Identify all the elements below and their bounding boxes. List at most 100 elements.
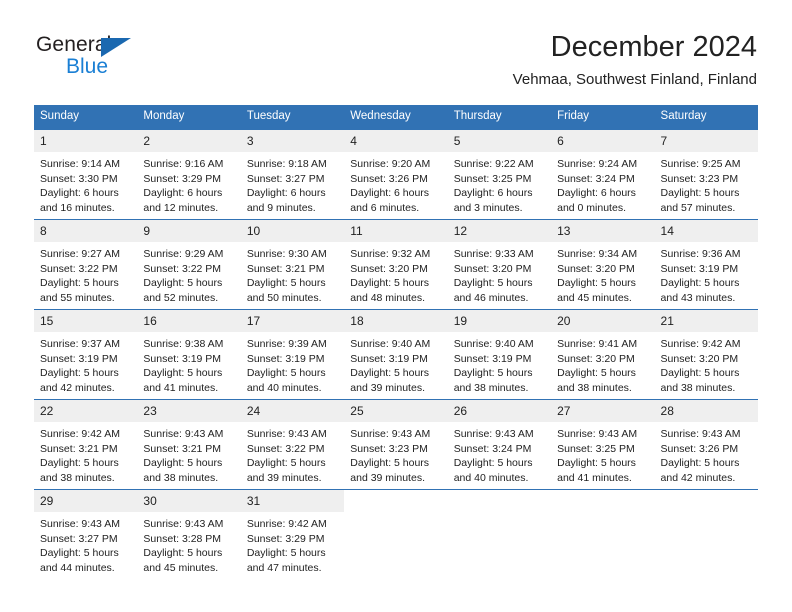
brand-logo[interactable]: General Blue: [36, 33, 166, 81]
day-number: 28: [654, 400, 758, 422]
day-cell-inner: 20 Sunrise: 9:41 AM Sunset: 3:20 PM Dayligh…: [551, 310, 655, 399]
sunset-text: Sunset: 3:20 PM: [557, 352, 635, 365]
calendar-day-cell[interactable]: 3 Sunrise: 9:18 AM Sunset: 3:27 PM Daylight…: [240, 129, 345, 220]
calendar-day-cell[interactable]: 4 Sunrise: 9:20 AM Sunset: 3:26 PM Daylight…: [344, 129, 448, 220]
daylight-text: Daylight: 5 hours and 38 minutes.: [40, 457, 119, 484]
day-details: Sunrise: 9:25 AM Sunset: 3:23 PM Daylight:…: [655, 152, 758, 215]
calendar-day-cell[interactable]: 7 Sunrise: 9:25 AM Sunset: 3:23 PM Daylight…: [654, 129, 758, 220]
sunset-text: Sunset: 3:19 PM: [350, 352, 428, 365]
calendar-day-cell[interactable]: 8 Sunrise: 9:27 AM Sunset: 3:22 PM Daylight…: [34, 219, 138, 310]
calendar-day-cell[interactable]: 21 Sunrise: 9:42 AM Sunset: 3:20 PM Dayligh…: [654, 309, 758, 400]
calendar-day-cell[interactable]: 26 Sunrise: 9:43 AM Sunset: 3:24 PM Dayligh…: [447, 399, 552, 490]
weekday-header-wednesday: Wednesday: [344, 105, 448, 130]
sunset-text: Sunset: 3:22 PM: [143, 262, 222, 275]
sunrise-text: Sunrise: 9:34 AM: [557, 248, 638, 260]
calendar-day-cell[interactable]: 28 Sunrise: 9:43 AM Sunset: 3:26 PM Dayligh…: [654, 399, 758, 490]
day-number: 2: [137, 130, 241, 152]
day-details: Sunrise: 9:29 AM Sunset: 3:22 PM Daylight:…: [137, 242, 240, 305]
day-number: 25: [344, 400, 448, 422]
day-number: 19: [447, 310, 552, 332]
daylight-text: Daylight: 5 hours and 41 minutes.: [143, 367, 223, 394]
calendar-day-cell[interactable]: 2 Sunrise: 9:16 AM Sunset: 3:29 PM Daylight…: [137, 129, 241, 220]
day-cell-inner: 24 Sunrise: 9:43 AM Sunset: 3:22 PM Dayligh…: [240, 400, 345, 489]
day-details: Sunrise: 9:40 AM Sunset: 3:19 PM Daylight:…: [448, 332, 551, 395]
sunset-text: Sunset: 3:24 PM: [453, 442, 532, 455]
calendar-day-cell[interactable]: 22 Sunrise: 9:42 AM Sunset: 3:21 PM Dayligh…: [34, 399, 138, 490]
calendar-day-cell[interactable]: 12 Sunrise: 9:33 AM Sunset: 3:20 PM Dayligh…: [447, 219, 552, 310]
calendar-day-cell[interactable]: 5 Sunrise: 9:22 AM Sunset: 3:25 PM Daylight…: [447, 129, 552, 220]
calendar-day-cell[interactable]: 18 Sunrise: 9:40 AM Sunset: 3:19 PM Dayligh…: [344, 309, 448, 400]
calendar-day-cell[interactable]: 27 Sunrise: 9:43 AM Sunset: 3:25 PM Dayligh…: [551, 399, 655, 490]
day-number: [551, 490, 654, 512]
daylight-text: Daylight: 5 hours and 38 minutes.: [143, 457, 223, 484]
day-details: Sunrise: 9:34 AM Sunset: 3:20 PM Daylight:…: [551, 242, 654, 305]
calendar-day-cell[interactable]: 29 Sunrise: 9:43 AM Sunset: 3:27 PM Dayligh…: [34, 489, 138, 576]
day-details: Sunrise: 9:43 AM Sunset: 3:28 PM Daylight:…: [137, 512, 240, 575]
day-details: [655, 512, 758, 517]
calendar-day-cell[interactable]: 17 Sunrise: 9:39 AM Sunset: 3:19 PM Dayligh…: [240, 309, 345, 400]
day-cell-inner: 16 Sunrise: 9:38 AM Sunset: 3:19 PM Dayligh…: [137, 310, 241, 399]
sunrise-text: Sunrise: 9:43 AM: [660, 428, 741, 440]
day-details: Sunrise: 9:43 AM Sunset: 3:26 PM Daylight:…: [655, 422, 758, 485]
calendar-day-cell[interactable]: 20 Sunrise: 9:41 AM Sunset: 3:20 PM Dayligh…: [551, 309, 655, 400]
daylight-text: Daylight: 5 hours and 38 minutes.: [453, 367, 533, 394]
calendar-day-cell[interactable]: 30 Sunrise: 9:43 AM Sunset: 3:28 PM Dayligh…: [137, 489, 241, 576]
calendar-day-cell[interactable]: 25 Sunrise: 9:43 AM Sunset: 3:23 PM Dayligh…: [344, 399, 448, 490]
page-title: December 2024: [550, 31, 757, 63]
sunrise-text: Sunrise: 9:24 AM: [557, 158, 638, 170]
calendar-day-cell[interactable]: 19 Sunrise: 9:40 AM Sunset: 3:19 PM Dayligh…: [447, 309, 552, 400]
day-details: Sunrise: 9:14 AM Sunset: 3:30 PM Daylight:…: [34, 152, 137, 215]
calendar-day-cell[interactable]: 1 Sunrise: 9:14 AM Sunset: 3:30 PM Daylight…: [34, 129, 138, 220]
day-details: Sunrise: 9:36 AM Sunset: 3:19 PM Daylight:…: [655, 242, 758, 305]
day-cell-inner: 25 Sunrise: 9:43 AM Sunset: 3:23 PM Dayligh…: [344, 400, 448, 489]
day-number: 16: [137, 310, 241, 332]
sunrise-text: Sunrise: 9:38 AM: [143, 338, 224, 350]
calendar-day-cell: [344, 489, 448, 576]
day-number: 20: [551, 310, 655, 332]
sunrise-text: Sunrise: 9:40 AM: [453, 338, 534, 350]
day-cell-inner: 4 Sunrise: 9:20 AM Sunset: 3:26 PM Daylight…: [344, 130, 448, 219]
sunrise-text: Sunrise: 9:32 AM: [350, 248, 431, 260]
day-cell-inner: 5 Sunrise: 9:22 AM Sunset: 3:25 PM Daylight…: [447, 130, 552, 219]
day-cell-inner: 26 Sunrise: 9:43 AM Sunset: 3:24 PM Dayligh…: [447, 400, 552, 489]
calendar-day-cell[interactable]: 10 Sunrise: 9:30 AM Sunset: 3:21 PM Dayligh…: [240, 219, 345, 310]
calendar-day-cell[interactable]: 13 Sunrise: 9:34 AM Sunset: 3:20 PM Dayligh…: [551, 219, 655, 310]
day-cell-inner: [655, 490, 758, 576]
day-cell-inner: 21 Sunrise: 9:42 AM Sunset: 3:20 PM Dayligh…: [654, 310, 758, 399]
day-number: 21: [654, 310, 758, 332]
calendar-day-cell[interactable]: 16 Sunrise: 9:38 AM Sunset: 3:19 PM Dayligh…: [137, 309, 241, 400]
day-number: 30: [137, 490, 241, 512]
calendar-week-row: 22 Sunrise: 9:42 AM Sunset: 3:21 PM Dayligh…: [34, 399, 758, 490]
calendar-day-cell[interactable]: 24 Sunrise: 9:43 AM Sunset: 3:22 PM Dayligh…: [240, 399, 345, 490]
calendar-day-cell: [551, 489, 655, 576]
sunrise-text: Sunrise: 9:25 AM: [660, 158, 741, 170]
sunrise-text: Sunrise: 9:16 AM: [143, 158, 224, 170]
calendar-day-cell[interactable]: 23 Sunrise: 9:43 AM Sunset: 3:21 PM Dayligh…: [137, 399, 241, 490]
calendar-day-cell[interactable]: 11 Sunrise: 9:32 AM Sunset: 3:20 PM Dayligh…: [344, 219, 448, 310]
daylight-text: Daylight: 6 hours and 12 minutes.: [143, 187, 223, 214]
calendar-week-row: 15 Sunrise: 9:37 AM Sunset: 3:19 PM Dayligh…: [34, 309, 758, 400]
calendar-body: 1 Sunrise: 9:14 AM Sunset: 3:30 PM Daylight…: [34, 129, 758, 576]
day-details: Sunrise: 9:37 AM Sunset: 3:19 PM Daylight:…: [34, 332, 137, 395]
sunrise-text: Sunrise: 9:39 AM: [246, 338, 327, 350]
day-number: 7: [654, 130, 758, 152]
day-number: 18: [344, 310, 448, 332]
daylight-text: Daylight: 5 hours and 41 minutes.: [557, 457, 636, 484]
sunset-text: Sunset: 3:22 PM: [40, 262, 118, 275]
calendar-day-cell[interactable]: 15 Sunrise: 9:37 AM Sunset: 3:19 PM Dayligh…: [34, 309, 138, 400]
calendar-day-cell[interactable]: 6 Sunrise: 9:24 AM Sunset: 3:24 PM Daylight…: [551, 129, 655, 220]
calendar-day-cell[interactable]: 31 Sunrise: 9:42 AM Sunset: 3:29 PM Dayligh…: [240, 489, 345, 576]
sunrise-text: Sunrise: 9:14 AM: [40, 158, 120, 170]
daylight-text: Daylight: 6 hours and 0 minutes.: [557, 187, 636, 214]
sunrise-text: Sunrise: 9:29 AM: [143, 248, 224, 260]
calendar-day-cell[interactable]: 14 Sunrise: 9:36 AM Sunset: 3:19 PM Dayligh…: [654, 219, 758, 310]
daylight-text: Daylight: 6 hours and 9 minutes.: [246, 187, 326, 214]
day-number: 23: [137, 400, 241, 422]
daylight-text: Daylight: 5 hours and 38 minutes.: [557, 367, 636, 394]
calendar-page: General Blue December 2024 Vehmaa, South…: [0, 0, 792, 612]
daylight-text: Daylight: 5 hours and 47 minutes.: [246, 547, 326, 574]
day-number: 1: [34, 130, 138, 152]
sunset-text: Sunset: 3:26 PM: [660, 442, 739, 455]
calendar-day-cell[interactable]: 9 Sunrise: 9:29 AM Sunset: 3:22 PM Daylight…: [137, 219, 241, 310]
day-details: Sunrise: 9:27 AM Sunset: 3:22 PM Daylight:…: [34, 242, 137, 305]
